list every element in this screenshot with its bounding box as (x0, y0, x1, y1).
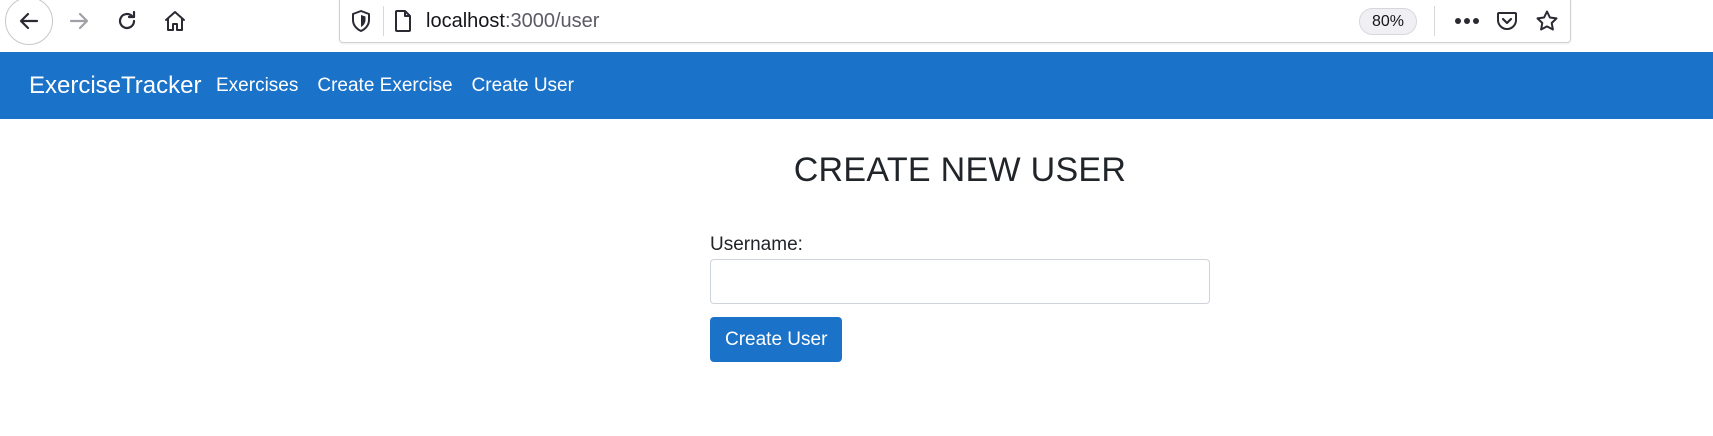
home-icon (165, 11, 185, 31)
url-path: :3000/user (504, 10, 600, 32)
nav-link-create-exercise[interactable]: Create Exercise (317, 75, 452, 97)
back-button[interactable] (5, 0, 53, 45)
url-separator (383, 6, 384, 36)
create-user-button[interactable]: Create User (710, 317, 843, 362)
pocket-button[interactable] (1492, 7, 1522, 35)
reload-icon (118, 10, 136, 30)
url-separator (1434, 6, 1435, 36)
nav-link-exercises[interactable]: Exercises (216, 75, 298, 97)
browser-toolbar: localhost:3000/user 80% (0, 0, 1713, 52)
more-actions-button[interactable] (1452, 7, 1482, 35)
pocket-icon (1497, 12, 1517, 30)
navbar-links: Exercises Create Exercise Create User (216, 52, 593, 119)
address-bar[interactable]: localhost:3000/user 80% (339, 0, 1571, 43)
bookmark-button[interactable] (1532, 7, 1562, 35)
back-arrow-icon (19, 12, 39, 30)
app-navbar: ExerciseTracker Exercises Create Exercis… (0, 52, 1713, 119)
create-user-form: Username: Create User (710, 233, 1210, 362)
home-button[interactable] (154, 0, 196, 42)
url-host: localhost (426, 10, 505, 32)
star-icon (1536, 10, 1558, 31)
more-dots-icon (1455, 18, 1479, 24)
nav-link-create-user[interactable]: Create User (472, 75, 574, 97)
zoom-level-badge[interactable]: 80% (1359, 8, 1417, 35)
username-input[interactable] (710, 259, 1210, 304)
reload-button[interactable] (106, 0, 148, 42)
navbar-brand[interactable]: ExerciseTracker (29, 52, 201, 119)
forward-arrow-icon (69, 12, 89, 30)
forward-button[interactable] (58, 0, 100, 42)
username-label: Username: (710, 234, 803, 255)
page-icon[interactable] (392, 9, 414, 33)
url-text[interactable]: localhost:3000/user (426, 9, 599, 33)
page-title: CREATE NEW USER (793, 151, 1127, 189)
shield-icon[interactable] (350, 9, 372, 33)
